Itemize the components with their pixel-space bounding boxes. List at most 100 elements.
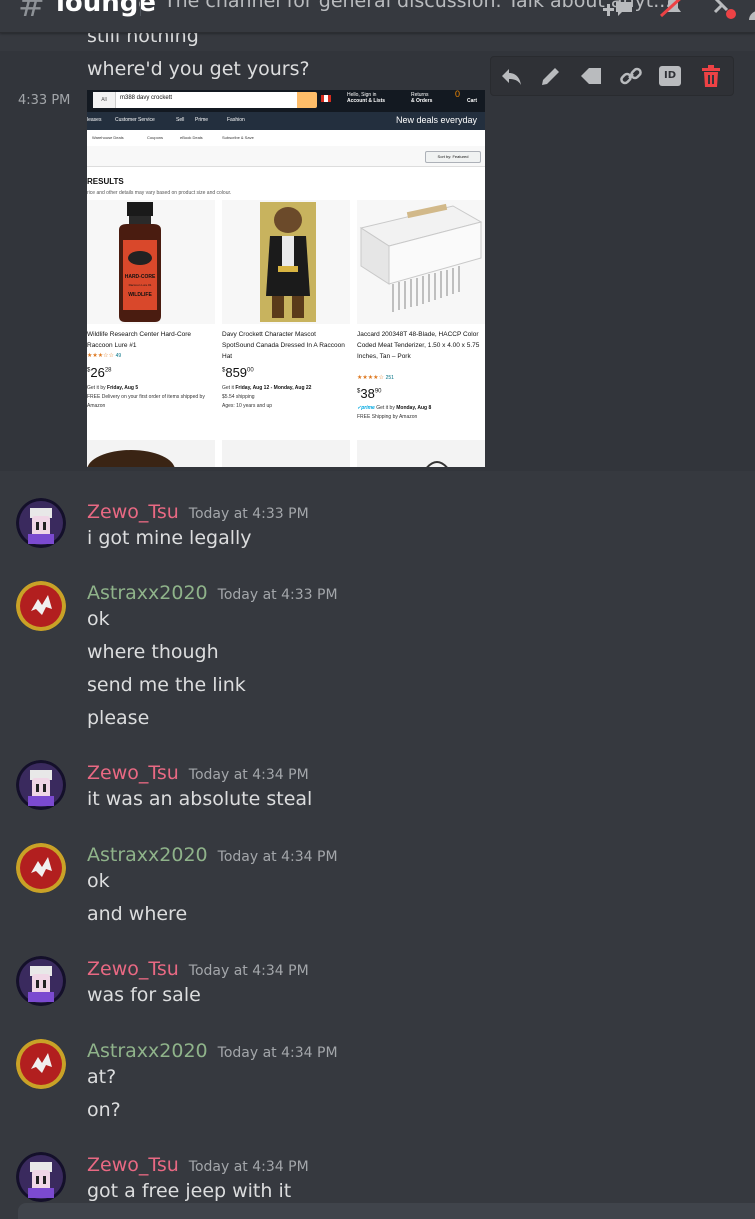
product-title: Jaccard 200348T 48-Blade, HACCP Color Co… (357, 331, 480, 360)
message-text: was for sale (87, 984, 201, 1006)
reply-icon[interactable] (499, 64, 523, 88)
mute-icon[interactable] (655, 0, 689, 22)
prime-badge: ✓prime (357, 405, 375, 411)
astraxx-avatar-image (16, 843, 66, 893)
avatar[interactable] (16, 956, 66, 1006)
label-text: Raccoon Lure #1 (128, 283, 152, 287)
message-header: Astraxx2020 Today at 4:33 PM (87, 582, 338, 604)
meat-tenderizer-image (359, 203, 483, 312)
nav-deals: New deals everyday (395, 115, 477, 125)
members-icon[interactable] (747, 0, 755, 22)
delivery-note: FREE Shipping by Amazon (357, 414, 418, 420)
avatar[interactable] (16, 1039, 66, 1089)
price-whole: 26 (90, 365, 105, 380)
username[interactable]: Zewo_Tsu (87, 1154, 179, 1176)
message-timestamp: Today at 4:33 PM (188, 506, 309, 522)
username[interactable]: Astraxx2020 (87, 1040, 208, 1062)
avatar[interactable] (16, 581, 66, 631)
delivery-date: Friday, Aug 5 (107, 385, 139, 391)
star-rating: ★★★★☆ 251 (357, 374, 394, 381)
edit-icon[interactable] (539, 64, 563, 88)
shipping-cost: $5.54 shipping (222, 394, 255, 400)
product-image-partial (87, 440, 215, 467)
rating-count: 49 (115, 353, 122, 359)
tag-icon[interactable] (579, 64, 603, 88)
message-text: at? (87, 1066, 117, 1088)
subnav-item: Subscribe & Save (222, 135, 254, 140)
zewo-avatar-image (16, 956, 66, 1006)
star-rating: ★★★☆☆ 49 (87, 352, 121, 359)
message-text: ok (87, 608, 110, 630)
astraxx-avatar-image (16, 1039, 66, 1089)
stars: ★★★☆☆ (87, 353, 114, 359)
avatar[interactable] (16, 760, 66, 810)
amazon-header: All m388 davy crockett Hello, Sign in Ac… (87, 90, 485, 112)
label-text: WILDLIFE (128, 292, 152, 298)
avatar[interactable] (16, 1152, 66, 1202)
message-text: where though (87, 641, 219, 663)
search-query: m388 davy crockett (120, 95, 173, 101)
product-card: Davy Crockett Character Mascot SpotSound… (222, 200, 350, 424)
cart-count: 0 (455, 90, 461, 99)
label-text: HARD-CORE (124, 274, 156, 280)
message-input-bar[interactable] (18, 1203, 755, 1219)
rating-count: 251 (385, 375, 394, 381)
delivery-info: ✓prime Get it by Monday, Aug 8 FREE Ship… (357, 404, 483, 422)
link-icon[interactable] (619, 64, 643, 88)
message-text: i got mine legally (87, 527, 252, 549)
subnav-item: Coupons (147, 135, 164, 140)
delivery-info: Get it Friday, Aug 12 - Monday, Aug 22 $… (222, 384, 348, 411)
product-title: Davy Crockett Character Mascot SpotSound… (222, 331, 345, 360)
message-text: send me the link (87, 674, 246, 696)
header-toolbar (555, 0, 755, 32)
username[interactable]: Zewo_Tsu (87, 958, 179, 980)
header-divider (140, 0, 141, 16)
avatar[interactable] (16, 498, 66, 548)
avatar[interactable] (16, 843, 66, 893)
hover-timestamp: 4:33 PM (18, 93, 71, 108)
delivery-date: Friday, Aug 12 - Monday, Aug 22 (235, 385, 312, 391)
message-timestamp: Today at 4:34 PM (188, 963, 309, 979)
price-fraction: 00 (247, 367, 254, 374)
sort-dropdown: Sort by: Featured (425, 151, 481, 163)
username[interactable]: Zewo_Tsu (87, 501, 179, 523)
threads-icon[interactable] (603, 0, 637, 22)
username[interactable]: Astraxx2020 (87, 582, 208, 604)
message-header: Astraxx2020 Today at 4:34 PM (87, 844, 338, 866)
pins-icon[interactable] (705, 0, 739, 22)
sort-bar: Sort by: Featured (87, 146, 485, 167)
message-header: Astraxx2020 Today at 4:34 PM (87, 1040, 338, 1062)
delivery-note: FREE Delivery on your first order of ite… (87, 394, 205, 409)
id-icon[interactable]: ID (659, 66, 681, 86)
price-whole: 38 (360, 386, 375, 401)
zewo-avatar-image (16, 1152, 66, 1202)
amazon-subnav: Warehouse Deals Coupons eBook Deals Subs… (87, 130, 485, 147)
image-attachment[interactable]: All m388 davy crockett Hello, Sign in Ac… (87, 90, 485, 467)
delivery-prefix: Get it by (374, 405, 397, 411)
results-heading: RESULTS (87, 177, 124, 186)
canada-flag-icon (321, 95, 331, 102)
message-text: it was an absolute steal (87, 788, 313, 810)
price-fraction: 90 (374, 388, 382, 395)
amazon-search-bar: All m388 davy crockett (93, 92, 317, 108)
subnav-item: eBook Deals (180, 135, 203, 140)
message-text: and where (87, 903, 188, 925)
delivery-date: Monday, Aug 8 (396, 405, 432, 411)
zewo-avatar-image (16, 498, 66, 548)
channel-header: # lounge The channel for general discuss… (0, 0, 755, 33)
username[interactable]: Zewo_Tsu (87, 762, 179, 784)
message-timestamp: Today at 4:34 PM (217, 1045, 338, 1061)
product-image: HARD-CORE Raccoon Lure #1 WILDLIFE (87, 200, 215, 324)
cart-label: Cart (467, 98, 478, 104)
message-text: please (87, 707, 150, 729)
strap-image (426, 461, 448, 467)
product-title: Wildlife Research Center Hard-Core Racco… (87, 331, 192, 349)
username[interactable]: Astraxx2020 (87, 844, 208, 866)
message-header: Zewo_Tsu Today at 4:34 PM (87, 762, 309, 784)
returns-line2: & Orders (411, 98, 433, 104)
message-header: Zewo_Tsu Today at 4:34 PM (87, 1154, 309, 1176)
delivery-prefix: Get it (222, 385, 236, 391)
price-fraction: 28 (104, 367, 112, 374)
trash-icon[interactable] (699, 64, 723, 88)
age-range: Ages: 10 years and up (222, 403, 273, 409)
